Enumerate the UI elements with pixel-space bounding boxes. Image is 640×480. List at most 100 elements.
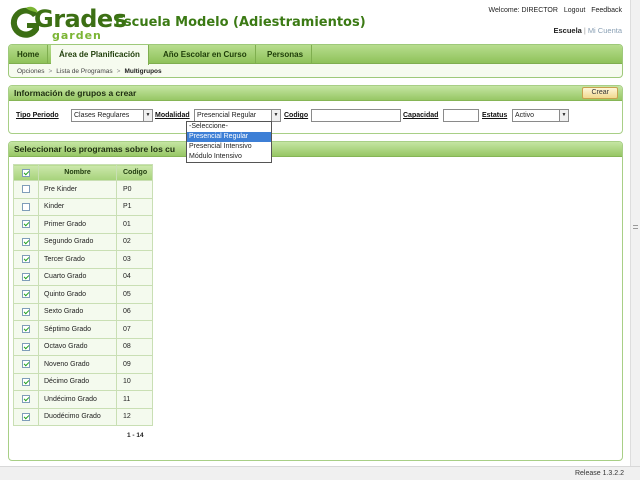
create-groups-panel: Información de grupos a crear Crear Tipo… bbox=[8, 85, 623, 134]
program-code-cell: P1 bbox=[116, 197, 153, 216]
codigo-header[interactable]: Codigo bbox=[116, 164, 153, 181]
modalidad-label: Modalidad bbox=[155, 112, 190, 119]
grades-garden-logo[interactable]: Grades garden bbox=[8, 6, 127, 42]
table-row[interactable]: Tercer Grado 03 bbox=[13, 250, 153, 269]
logout-link[interactable]: Logout bbox=[564, 7, 585, 14]
program-code-cell: 07 bbox=[116, 320, 153, 339]
program-name-cell: Undécimo Grado bbox=[38, 390, 117, 409]
my-account-link[interactable]: Mi Cuenta bbox=[588, 26, 622, 35]
modalidad-option-selected[interactable]: Presencial Regular bbox=[187, 132, 271, 142]
program-name-cell: Sexto Grado bbox=[38, 302, 117, 321]
user-links: Welcome: DIRECTOR Logout Feedback bbox=[489, 7, 622, 14]
estatus-value: Activo bbox=[515, 112, 535, 119]
welcome-text: Welcome: DIRECTOR bbox=[488, 7, 558, 14]
app-title: Escuela Modelo (Adiestramientos) bbox=[115, 15, 366, 30]
program-name-cell: Décimo Grado bbox=[38, 372, 117, 391]
program-name-cell: Octavo Grado bbox=[38, 337, 117, 356]
row-checkbox[interactable] bbox=[22, 185, 30, 194]
capacidad-label: Capacidad bbox=[403, 112, 439, 119]
table-row[interactable]: Duodécimo Grado 12 bbox=[13, 407, 153, 426]
row-checkbox[interactable] bbox=[22, 325, 30, 334]
tipo-periodo-select[interactable]: Clases Regulares ▼ bbox=[71, 109, 153, 122]
row-checkbox[interactable] bbox=[22, 255, 30, 264]
program-code-cell: 12 bbox=[116, 407, 153, 426]
row-checkbox[interactable] bbox=[22, 307, 30, 316]
feedback-link[interactable]: Feedback bbox=[591, 7, 622, 14]
breadcrumb-arrow-icon: > bbox=[48, 68, 53, 75]
page: Grades garden Escuela Modelo (Adiestrami… bbox=[0, 0, 630, 480]
table-row[interactable]: Décimo Grado 10 bbox=[13, 372, 153, 391]
modalidad-option[interactable]: Presencial Intensivo bbox=[187, 142, 271, 152]
program-name-cell: Noveno Grado bbox=[38, 355, 117, 374]
tab-ano-escolar[interactable]: Año Escolar en Curso bbox=[155, 45, 256, 64]
breadcrumb-arrow-icon: > bbox=[116, 68, 121, 75]
vertical-scrollbar[interactable] bbox=[630, 0, 640, 466]
row-checkbox[interactable] bbox=[22, 377, 30, 386]
table-row[interactable]: Noveno Grado 09 bbox=[13, 355, 153, 374]
nav-tabs: Home Área de Planificación Año Escolar e… bbox=[9, 45, 622, 65]
row-check-cell bbox=[13, 197, 39, 216]
row-checkbox[interactable] bbox=[22, 290, 30, 299]
dropdown-arrow-icon[interactable]: ▼ bbox=[271, 110, 280, 121]
table-row[interactable]: Cuarto Grado 04 bbox=[13, 267, 153, 286]
program-code-cell: 11 bbox=[116, 390, 153, 409]
row-checkbox[interactable] bbox=[22, 412, 30, 421]
table-row[interactable]: Quinto Grado 05 bbox=[13, 285, 153, 304]
release-version: Release 1.3.2.2 bbox=[574, 470, 624, 477]
codigo-input[interactable] bbox=[311, 109, 401, 122]
pager: 1 - 14 bbox=[127, 432, 144, 439]
tab-personas[interactable]: Personas bbox=[259, 45, 313, 64]
dropdown-arrow-icon[interactable]: ▼ bbox=[559, 110, 568, 121]
programs-panel-header: Seleccionar los programas sobre los cupo… bbox=[9, 142, 622, 157]
estatus-label: Estatus bbox=[482, 112, 508, 119]
program-code-cell: 05 bbox=[116, 285, 153, 304]
program-name-cell: Tercer Grado bbox=[38, 250, 117, 269]
row-checkbox[interactable] bbox=[22, 220, 30, 229]
breadcrumb-lista-programas[interactable]: Lista de Programas bbox=[56, 68, 112, 75]
table-row[interactable]: Sexto Grado 06 bbox=[13, 302, 153, 321]
modalidad-option[interactable]: -Seleccione- bbox=[187, 122, 271, 132]
table-row[interactable]: Primer Grado 01 bbox=[13, 215, 153, 234]
breadcrumb-opciones[interactable]: Opciones bbox=[17, 68, 44, 75]
row-checkbox[interactable] bbox=[22, 237, 30, 246]
crear-button[interactable]: Crear bbox=[582, 87, 618, 99]
row-check-cell bbox=[13, 215, 39, 234]
row-check-cell bbox=[13, 232, 39, 251]
row-checkbox[interactable] bbox=[22, 202, 30, 211]
school-link[interactable]: Escuela bbox=[554, 26, 582, 35]
table-row[interactable]: Segundo Grado 02 bbox=[13, 232, 153, 251]
create-panel-header: Información de grupos a crear Crear bbox=[9, 86, 622, 101]
row-checkbox[interactable] bbox=[22, 360, 30, 369]
codigo-label: Codigo bbox=[284, 112, 309, 119]
table-row[interactable]: Undécimo Grado 11 bbox=[13, 390, 153, 409]
program-code-cell: 01 bbox=[116, 215, 153, 234]
row-check-cell bbox=[13, 320, 39, 339]
main-nav: Home Área de Planificación Año Escolar e… bbox=[8, 44, 623, 78]
table-header-row: Nombre Codigo bbox=[13, 164, 153, 181]
table-row[interactable]: Séptimo Grado 07 bbox=[13, 320, 153, 339]
row-checkbox[interactable] bbox=[22, 395, 30, 404]
row-check-cell bbox=[13, 302, 39, 321]
tab-area-planificacion[interactable]: Área de Planificación bbox=[51, 45, 149, 65]
breadcrumb-current: Multigrupos bbox=[124, 68, 162, 75]
dropdown-arrow-icon[interactable]: ▼ bbox=[143, 110, 152, 121]
select-all-checkbox[interactable] bbox=[22, 168, 30, 177]
footer: Release 1.3.2.2 bbox=[0, 466, 640, 480]
modalidad-option[interactable]: Módulo Intensivo bbox=[187, 152, 271, 162]
nombre-header[interactable]: Nombre bbox=[38, 164, 117, 181]
row-checkbox[interactable] bbox=[22, 342, 30, 351]
estatus-select[interactable]: Activo ▼ bbox=[512, 109, 569, 122]
program-name-cell: Séptimo Grado bbox=[38, 320, 117, 339]
scrollbar-grip-icon[interactable] bbox=[633, 225, 638, 229]
row-check-cell bbox=[13, 337, 39, 356]
table-row[interactable]: Pre Kinder P0 bbox=[13, 180, 153, 199]
program-code-cell: 10 bbox=[116, 372, 153, 391]
row-checkbox[interactable] bbox=[22, 272, 30, 281]
row-check-cell bbox=[13, 180, 39, 199]
programs-table-body: Pre Kinder P0 Kinder P1 Primer Grado 01 Segund… bbox=[13, 180, 153, 426]
capacidad-input[interactable] bbox=[443, 109, 479, 122]
table-row[interactable]: Octavo Grado 08 bbox=[13, 337, 153, 356]
program-name-cell: Cuarto Grado bbox=[38, 267, 117, 286]
table-row[interactable]: Kinder P1 bbox=[13, 197, 153, 216]
tab-home[interactable]: Home bbox=[9, 45, 49, 64]
